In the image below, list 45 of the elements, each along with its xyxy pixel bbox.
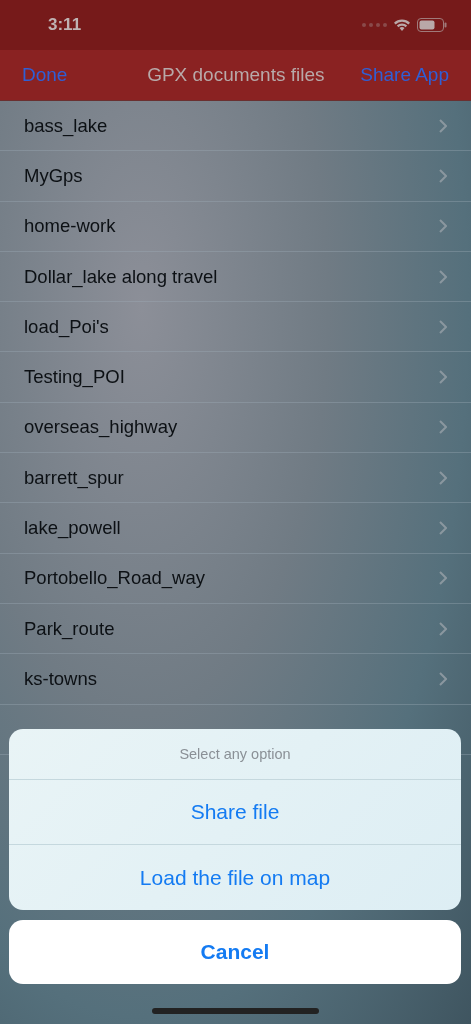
file-row[interactable]: bass_lake [0,101,471,152]
chevron-icon [439,168,447,183]
status-time: 3:11 [48,15,82,35]
chevron-icon [439,420,447,435]
file-row[interactable]: overseas_highway [0,402,471,454]
action-sheet-title: Select any option [9,729,461,780]
file-row[interactable]: Park_route [0,603,471,655]
file-row[interactable]: Dollar_lake along travel [0,251,471,303]
chevron-icon [439,319,447,334]
chevron-icon [439,621,447,636]
file-name: Park_route [24,617,115,640]
file-row[interactable]: home-work [0,201,471,252]
cellular-signal-icon [362,23,387,27]
file-row[interactable]: barrett_spur [0,453,471,504]
file-row[interactable]: lake_powell [0,503,471,554]
chevron-icon [439,470,447,485]
file-name: load_Poi's [24,315,109,338]
file-row[interactable]: load_Poi's [0,302,471,353]
chevron-icon [439,370,447,385]
battery-icon [417,18,447,32]
chevron-icon [439,118,447,133]
action-button[interactable]: Share file [9,780,461,845]
file-name: Portobello_Road_way [24,567,205,590]
file-row[interactable]: ks-towns [0,654,471,705]
cancel-button[interactable]: Cancel [9,920,461,984]
file-name: Dollar_lake along travel [24,265,218,288]
file-row[interactable]: MyGps [0,151,471,202]
chevron-icon [439,571,447,586]
chevron-icon [439,269,447,284]
file-name: bass_lake [24,114,108,137]
file-row[interactable]: Testing_POI [0,352,471,403]
file-name: home-work [24,215,116,238]
wifi-icon [393,18,411,32]
file-name: lake_powell [24,517,121,539]
file-name: overseas_highway [24,416,178,439]
chevron-icon [439,219,447,234]
chevron-icon [439,671,447,686]
chevron-icon [439,521,447,535]
file-name: Testing_POI [24,366,125,389]
file-name: MyGps [24,164,83,187]
file-row[interactable]: Portobello_Road_way [0,553,471,604]
nav-title: GPX documents files [147,64,325,86]
action-button[interactable]: Load the file on map [9,845,461,910]
file-name: barrett_spur [24,466,124,489]
file-name: ks-towns [24,667,97,690]
